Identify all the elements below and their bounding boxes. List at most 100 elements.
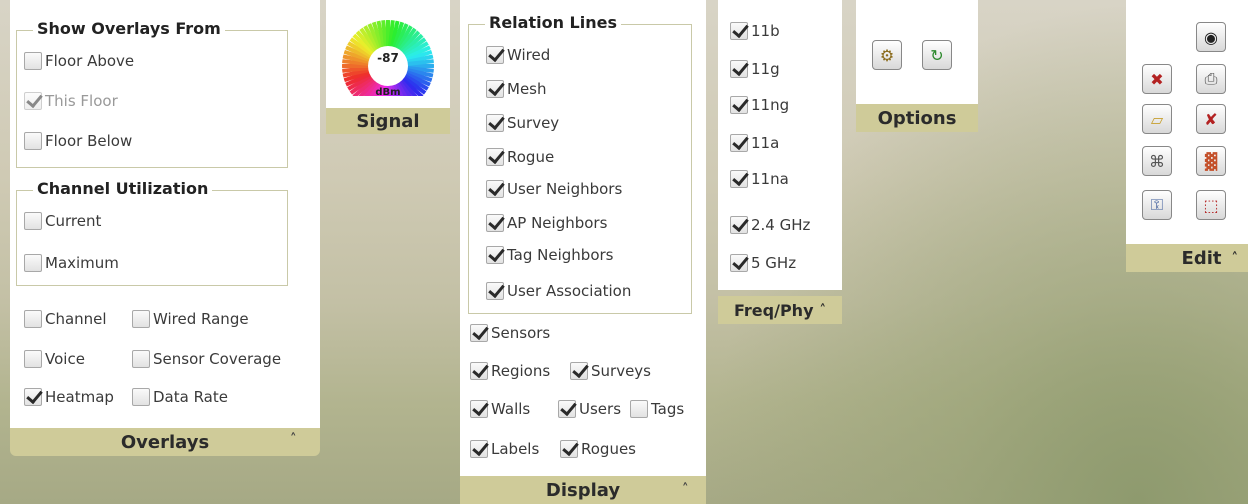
- overlay-option-0-checkbox[interactable]: [24, 310, 42, 328]
- freq-footer[interactable]: Freq/Phy ˄: [718, 296, 842, 324]
- edit-footer[interactable]: Edit ˄: [1126, 244, 1248, 272]
- overlay-from-0[interactable]: Floor Above: [24, 52, 134, 70]
- freq-1[interactable]: 11g: [730, 60, 780, 78]
- freq-3-checkbox[interactable]: [730, 134, 748, 152]
- overlay-option-4-label: Heatmap: [45, 388, 114, 406]
- channel-utilization-title: Channel Utilization: [33, 179, 213, 198]
- display-walls[interactable]: Walls: [470, 400, 530, 418]
- overlays-footer-label: Overlays: [120, 431, 210, 453]
- freq-1-checkbox[interactable]: [730, 60, 748, 78]
- unlock-icon[interactable]: ⚿: [1142, 190, 1172, 220]
- display-tags[interactable]: Tags: [630, 400, 684, 418]
- freq-5[interactable]: 2.4 GHz: [730, 216, 810, 234]
- relation-line-0-checkbox[interactable]: [486, 46, 504, 64]
- overlay-option-2[interactable]: Voice: [24, 350, 85, 368]
- freq-3[interactable]: 11a: [730, 134, 779, 152]
- edit-collapse-icon[interactable]: ˄: [1232, 251, 1239, 266]
- display-footer[interactable]: Display: [460, 476, 706, 504]
- channel-util-1[interactable]: Maximum: [24, 254, 119, 272]
- display-rogues-checkbox[interactable]: [560, 440, 578, 458]
- display-rogues[interactable]: Rogues: [560, 440, 636, 458]
- channel-util-1-checkbox[interactable]: [24, 254, 42, 272]
- relation-line-6[interactable]: Tag Neighbors: [486, 246, 614, 264]
- freq-4-checkbox[interactable]: [730, 170, 748, 188]
- freq-0-checkbox[interactable]: [730, 22, 748, 40]
- freq-2-checkbox[interactable]: [730, 96, 748, 114]
- display-tags-checkbox[interactable]: [630, 400, 648, 418]
- overlay-from-0-checkbox[interactable]: [24, 52, 42, 70]
- options-settings-icon[interactable]: ⚙: [872, 40, 902, 70]
- overlay-option-0-label: Channel: [45, 310, 107, 328]
- display-surveys[interactable]: Surveys: [570, 362, 651, 380]
- channel-util-0-checkbox[interactable]: [24, 212, 42, 230]
- freq-2[interactable]: 11ng: [730, 96, 789, 114]
- display-sensors[interactable]: Sensors: [470, 324, 550, 342]
- overlay-option-3-checkbox[interactable]: [132, 350, 150, 368]
- display-labels[interactable]: Labels: [470, 440, 539, 458]
- overlays-footer[interactable]: Overlays: [10, 428, 320, 456]
- relation-line-1[interactable]: Mesh: [486, 80, 547, 98]
- freq-collapse-icon[interactable]: ˄: [820, 303, 827, 318]
- overlay-option-5[interactable]: Data Rate: [132, 388, 228, 406]
- relation-line-2-checkbox[interactable]: [486, 114, 504, 132]
- relation-line-7[interactable]: User Association: [486, 282, 631, 300]
- signal-footer[interactable]: Signal: [326, 108, 450, 134]
- overlay-from-2[interactable]: Floor Below: [24, 132, 132, 150]
- display-collapse-icon[interactable]: ˄: [682, 482, 689, 497]
- relation-line-1-label: Mesh: [507, 80, 547, 98]
- relation-line-4[interactable]: User Neighbors: [486, 180, 622, 198]
- display-surveys-checkbox[interactable]: [570, 362, 588, 380]
- display-users[interactable]: Users: [558, 400, 621, 418]
- relation-line-5[interactable]: AP Neighbors: [486, 214, 607, 232]
- overlay-option-2-checkbox[interactable]: [24, 350, 42, 368]
- target-icon[interactable]: ◉: [1196, 22, 1226, 52]
- signal-value: -87: [377, 51, 399, 65]
- freq-1-label: 11g: [751, 60, 780, 78]
- device-icon[interactable]: ⌘: [1142, 146, 1172, 176]
- overlays-collapse-icon[interactable]: ˄: [290, 432, 297, 447]
- freq-6[interactable]: 5 GHz: [730, 254, 796, 272]
- display-regions[interactable]: Regions: [470, 362, 550, 380]
- overlay-option-3[interactable]: Sensor Coverage: [132, 350, 281, 368]
- display-tags-label: Tags: [651, 400, 685, 418]
- overlay-option-1[interactable]: Wired Range: [132, 310, 249, 328]
- relation-line-6-checkbox[interactable]: [486, 246, 504, 264]
- relation-line-7-checkbox[interactable]: [486, 282, 504, 300]
- overlay-option-5-checkbox[interactable]: [132, 388, 150, 406]
- region-icon[interactable]: ▱: [1142, 104, 1172, 134]
- options-refresh-icon[interactable]: ↻: [922, 40, 952, 70]
- wall-icon[interactable]: ▓: [1196, 146, 1226, 176]
- overlay-option-0[interactable]: Channel: [24, 310, 107, 328]
- signal-unit: dBm: [375, 87, 401, 98]
- overlay-option-1-checkbox[interactable]: [132, 310, 150, 328]
- relation-line-3[interactable]: Rogue: [486, 148, 554, 166]
- relation-line-5-checkbox[interactable]: [486, 214, 504, 232]
- relation-line-3-checkbox[interactable]: [486, 148, 504, 166]
- display-labels-checkbox[interactable]: [470, 440, 488, 458]
- display-users-checkbox[interactable]: [558, 400, 576, 418]
- display-regions-checkbox[interactable]: [470, 362, 488, 380]
- options-footer[interactable]: Options: [856, 104, 978, 132]
- display-sensors-checkbox[interactable]: [470, 324, 488, 342]
- display-surveys-label: Surveys: [591, 362, 651, 380]
- relation-lines-group: Relation Lines: [468, 13, 692, 314]
- remove-device-icon[interactable]: ✘: [1196, 104, 1226, 134]
- freq-6-checkbox[interactable]: [730, 254, 748, 272]
- overlay-from-2-checkbox[interactable]: [24, 132, 42, 150]
- crop-icon[interactable]: ⬚: [1196, 190, 1226, 220]
- freq-5-checkbox[interactable]: [730, 216, 748, 234]
- relation-line-4-checkbox[interactable]: [486, 180, 504, 198]
- relation-line-2[interactable]: Survey: [486, 114, 559, 132]
- freq-0[interactable]: 11b: [730, 22, 780, 40]
- printer-icon[interactable]: ⎙: [1196, 64, 1226, 94]
- channel-util-0[interactable]: Current: [24, 212, 101, 230]
- display-walls-checkbox[interactable]: [470, 400, 488, 418]
- overlay-option-1-label: Wired Range: [153, 310, 249, 328]
- overlay-option-4-checkbox[interactable]: [24, 388, 42, 406]
- overlay-option-4[interactable]: Heatmap: [24, 388, 114, 406]
- remove-ap-icon[interactable]: ✖: [1142, 64, 1172, 94]
- relation-line-0[interactable]: Wired: [486, 46, 550, 64]
- freq-4[interactable]: 11na: [730, 170, 789, 188]
- overlay-from-2-label: Floor Below: [45, 132, 133, 150]
- relation-line-1-checkbox[interactable]: [486, 80, 504, 98]
